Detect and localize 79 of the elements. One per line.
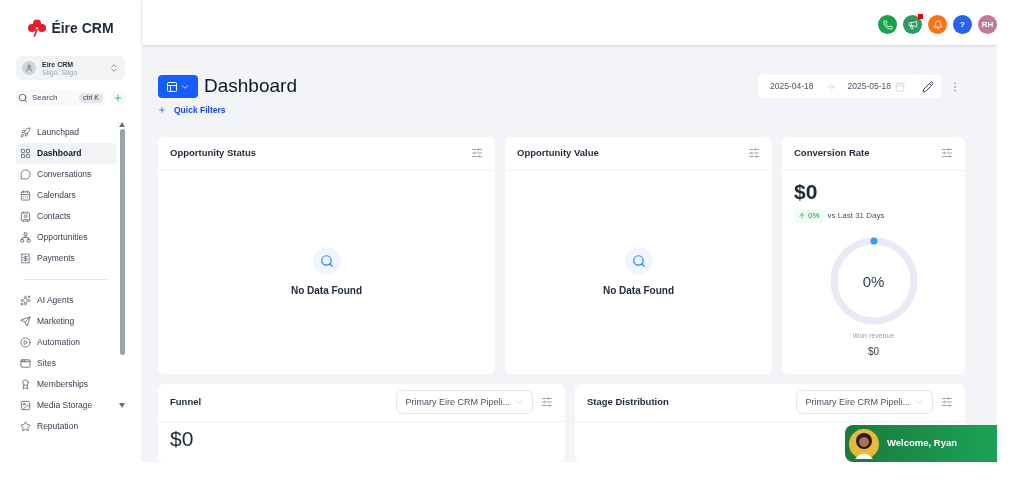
filter-icon[interactable] xyxy=(541,396,553,409)
play-icon xyxy=(20,337,31,348)
pipeline-dropdown[interactable]: Primary Eire CRM Pipeli... xyxy=(396,390,533,415)
widget-title: Opportunity Status xyxy=(170,146,257,161)
chat-bubble-icon xyxy=(20,169,31,180)
phone-button[interactable] xyxy=(878,15,897,34)
network-icon xyxy=(20,232,31,243)
award-icon xyxy=(20,379,31,390)
change-badge: 0% xyxy=(794,209,824,223)
nav-item[interactable]: Calendars xyxy=(16,185,117,206)
nav-item[interactable]: Reputation xyxy=(16,416,117,437)
nav-item[interactable]: Launchpad xyxy=(16,122,117,143)
widget-title: Opportunity Value xyxy=(517,146,599,161)
arrow-icon xyxy=(825,81,836,92)
widget-title: Conversion Rate xyxy=(794,146,870,161)
shamrock-logo xyxy=(27,18,48,38)
calendar-icon xyxy=(20,190,31,201)
nav-item[interactable]: Memberships xyxy=(16,374,117,395)
megaphone-button[interactable] xyxy=(903,15,922,34)
comparison-text: vs Last 31 Days xyxy=(827,210,885,222)
image-icon xyxy=(20,400,31,411)
conversion-value: $0 xyxy=(794,178,819,205)
avatar-silhouette xyxy=(849,428,879,459)
page-title: Dashboard xyxy=(204,74,297,99)
welcome-text: Welcome, Ryan xyxy=(887,436,958,451)
won-revenue-value: $0 xyxy=(867,344,880,359)
filter-icon[interactable] xyxy=(941,396,953,409)
grid-icon xyxy=(20,148,31,159)
widget-title: Stage Distribution xyxy=(587,395,670,410)
nav-item[interactable]: Payments xyxy=(16,248,117,269)
pencil-icon xyxy=(922,80,934,93)
nav-item[interactable]: Marketing xyxy=(16,311,117,332)
brand-name: Éire CRM xyxy=(51,18,114,38)
nav-item[interactable]: Media Storage xyxy=(16,395,117,416)
plus-icon xyxy=(113,93,123,103)
nav-item[interactable]: Automation xyxy=(16,332,117,353)
phone-icon xyxy=(882,19,893,30)
nav-item[interactable]: Opportunities xyxy=(16,227,117,248)
calendar-icon xyxy=(895,81,905,92)
nav-item[interactable]: Conversations xyxy=(16,164,117,185)
nav-item[interactable]: Dashboard xyxy=(16,143,117,164)
date-range-picker[interactable]: 2025-04-18 2025-05-18 xyxy=(758,75,917,98)
star-icon xyxy=(20,421,31,432)
nav-item[interactable]: Contacts xyxy=(16,206,117,227)
widget-title: Funnel xyxy=(170,395,203,410)
quick-filters-link[interactable]: Quick Filters xyxy=(158,104,226,117)
arrow-up-icon xyxy=(798,212,806,220)
nav-item[interactable]: AI Agents xyxy=(16,290,117,311)
bell-icon xyxy=(932,19,943,30)
layout-icon xyxy=(166,80,178,93)
gauge-value: 0% xyxy=(862,273,885,289)
search-input[interactable]: Search xyxy=(32,92,76,104)
user-icon xyxy=(25,64,33,72)
filter-icon[interactable] xyxy=(748,147,760,160)
search-icon xyxy=(312,246,341,275)
welcome-widget[interactable]: Welcome, Ryan xyxy=(845,425,997,462)
filter-icon[interactable] xyxy=(941,147,953,160)
add-button[interactable] xyxy=(111,91,125,105)
search-icon xyxy=(18,93,28,103)
empty-message: No Data Found xyxy=(602,283,675,298)
megaphone-icon xyxy=(907,19,918,30)
send-icon xyxy=(20,316,31,327)
empty-message: No Data Found xyxy=(290,283,363,298)
sparkles-icon xyxy=(20,295,31,306)
funnel-value: $0 xyxy=(169,425,195,452)
nav-item[interactable]: Sites xyxy=(16,353,117,374)
receipt-icon xyxy=(20,253,31,264)
layout-switch-button[interactable] xyxy=(158,75,198,98)
search-icon xyxy=(624,246,653,275)
window-icon xyxy=(20,358,31,369)
edit-button[interactable] xyxy=(915,75,941,98)
rocket-icon xyxy=(20,127,31,138)
chevrons-icon xyxy=(109,63,119,73)
help-button[interactable]: ? xyxy=(953,15,972,34)
bell-button[interactable] xyxy=(928,15,947,34)
plus-icon xyxy=(158,106,166,115)
pipeline-dropdown[interactable]: Primary Eire CRM Pipeli... xyxy=(796,390,933,415)
filter-icon[interactable] xyxy=(471,147,483,160)
contact-card-icon xyxy=(20,211,31,222)
